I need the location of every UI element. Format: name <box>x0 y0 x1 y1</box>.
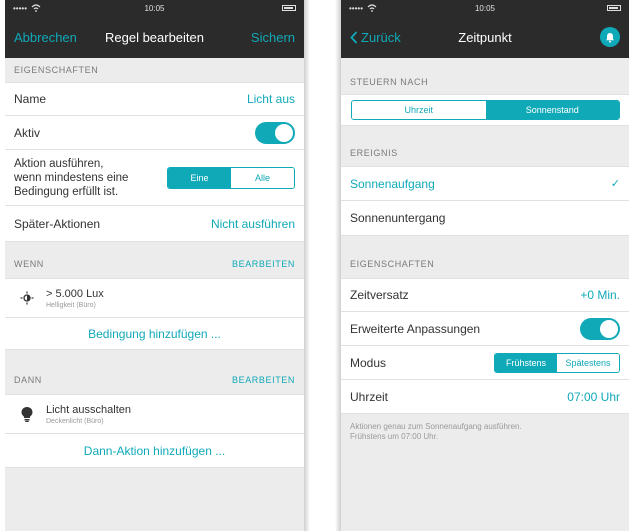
when-edit-button[interactable]: BEARBEITEN <box>232 259 295 269</box>
condition-row[interactable]: > 5.000 Lux Helligkeit (Büro) <box>5 278 304 318</box>
event-header-label: EREIGNIS <box>350 148 398 158</box>
time-point-screen: ••••• 10:05 Zurück Zeitpunkt STEUERN NAC… <box>341 0 629 531</box>
name-value: Licht aus <box>246 92 295 106</box>
status-bar: ••••• 10:05 <box>341 0 629 16</box>
battery-icon <box>282 5 296 11</box>
properties-header: EIGENSCHAFTEN <box>5 58 304 82</box>
time-row[interactable]: Uhrzeit 07:00 Uhr <box>341 380 629 414</box>
condition-subtitle: Helligkeit (Büro) <box>46 301 96 309</box>
action-mode-row: Aktion ausführen, wenn mindestens eine B… <box>5 150 304 206</box>
nav-bar: Zurück Zeitpunkt <box>341 16 629 58</box>
condition-text: > 5.000 Lux Helligkeit (Büro) <box>46 288 104 309</box>
cancel-button[interactable]: Abbrechen <box>14 30 77 45</box>
status-time: 10:05 <box>474 3 496 13</box>
offset-row[interactable]: Zeitversatz +0 Min. <box>341 278 629 312</box>
chevron-left-icon <box>350 30 358 44</box>
action-label-line-1: Aktion ausführen, <box>14 157 104 170</box>
when-header-label: WENN <box>14 259 44 269</box>
condition-mode-segment: Eine Alle <box>167 166 295 189</box>
mode-segment: Frühstens Spätestens <box>494 352 620 373</box>
event-header: EREIGNIS <box>341 126 629 166</box>
control-row: Uhrzeit Sonnenstand <box>341 94 629 126</box>
condition-title: > 5.000 Lux <box>46 287 104 300</box>
advanced-row: Erweiterte Anpassungen <box>341 312 629 346</box>
segment-sun[interactable]: Sonnenstand <box>485 101 619 119</box>
offset-value: +0 Min. <box>580 288 620 302</box>
save-button[interactable]: Sichern <box>251 30 295 45</box>
footnote: Aktionen genau zum Sonnenaufgang ausführ… <box>341 414 629 442</box>
control-header-label: STEUERN NACH <box>350 77 429 87</box>
back-label: Zurück <box>361 29 401 45</box>
add-action-button[interactable]: Dann-Aktion hinzufügen ... <box>5 434 304 468</box>
time-value: 07:00 Uhr <box>567 389 620 404</box>
then-edit-button[interactable]: BEARBEITEN <box>232 375 295 385</box>
active-label: Aktiv <box>14 125 41 140</box>
action-label-line-2: wenn mindestens eine <box>14 171 129 184</box>
action-mode-label: Aktion ausführen, wenn mindestens eine B… <box>14 157 128 199</box>
advanced-toggle[interactable] <box>580 317 620 340</box>
when-header: WENN BEARBEITEN <box>5 242 304 278</box>
then-header-label: DANN <box>14 375 42 385</box>
bell-icon <box>606 32 614 43</box>
add-condition-button[interactable]: Bedingung hinzufügen ... <box>5 318 304 350</box>
properties-header-label: EIGENSCHAFTEN <box>350 259 435 269</box>
time-label: Uhrzeit <box>350 389 389 404</box>
back-button[interactable]: Zurück <box>350 30 401 45</box>
name-row[interactable]: Name Licht aus <box>5 82 304 116</box>
mode-label: Modus <box>350 355 387 370</box>
advanced-label: Erweiterte Anpassungen <box>350 321 481 336</box>
footnote-line-1: Aktionen genau zum Sonnenaufgang ausführ… <box>350 422 522 431</box>
status-bar: ••••• 10:05 <box>5 0 304 16</box>
footnote-line-2: Frühstens um 07:00 Uhr. <box>350 432 439 441</box>
properties-header-label: EIGENSCHAFTEN <box>14 65 99 75</box>
checkmark-icon: ✓ <box>610 178 620 190</box>
notification-button[interactable] <box>600 27 620 47</box>
edit-rule-screen: ••••• 10:05 Abbrechen Regel bearbeiten S… <box>5 0 304 531</box>
later-actions-value: Nicht ausführen <box>210 216 295 231</box>
action-title: Licht ausschalten <box>46 403 131 416</box>
action-row[interactable]: Licht ausschalten Deckenlicht (Büro) <box>5 394 304 434</box>
segment-one[interactable]: Eine <box>168 167 231 188</box>
toggle-knob <box>600 319 618 338</box>
brightness-icon <box>20 291 34 305</box>
battery-icon <box>607 5 621 11</box>
later-actions-row[interactable]: Später-Aktionen Nicht ausführen <box>5 206 304 242</box>
action-subtitle: Deckenlicht (Büro) <box>46 417 104 425</box>
then-header: DANN BEARBEITEN <box>5 350 304 394</box>
active-toggle[interactable] <box>255 121 295 144</box>
control-mode-segment: Uhrzeit Sonnenstand <box>351 100 620 120</box>
lightbulb-icon <box>21 407 33 422</box>
control-header: STEUERN NACH <box>341 58 629 94</box>
sunset-label: Sonnenuntergang <box>350 211 446 225</box>
mode-row: Modus Frühstens Spätestens <box>341 346 629 380</box>
sunrise-label: Sonnenaufgang <box>350 176 435 191</box>
active-row: Aktiv <box>5 116 304 150</box>
sunset-row[interactable]: Sonnenuntergang <box>341 201 629 236</box>
action-label-line-3: Bedingung erfüllt ist. <box>14 185 119 198</box>
nav-bar: Abbrechen Regel bearbeiten Sichern <box>5 16 304 58</box>
segment-time[interactable]: Uhrzeit <box>352 101 486 119</box>
sunrise-row[interactable]: Sonnenaufgang ✓ <box>341 166 629 201</box>
action-text: Licht ausschalten Deckenlicht (Büro) <box>46 404 131 425</box>
name-label: Name <box>14 92 47 106</box>
segment-earliest[interactable]: Frühstens <box>495 353 557 372</box>
offset-label: Zeitversatz <box>350 288 409 302</box>
status-time: 10:05 <box>144 3 165 13</box>
left-phone-shadow <box>304 0 310 531</box>
later-actions-label: Später-Aktionen <box>14 216 101 231</box>
toggle-knob <box>275 123 293 142</box>
properties-header: EIGENSCHAFTEN <box>341 236 629 278</box>
segment-all[interactable]: Alle <box>231 167 294 188</box>
segment-latest[interactable]: Spätestens <box>557 353 619 372</box>
